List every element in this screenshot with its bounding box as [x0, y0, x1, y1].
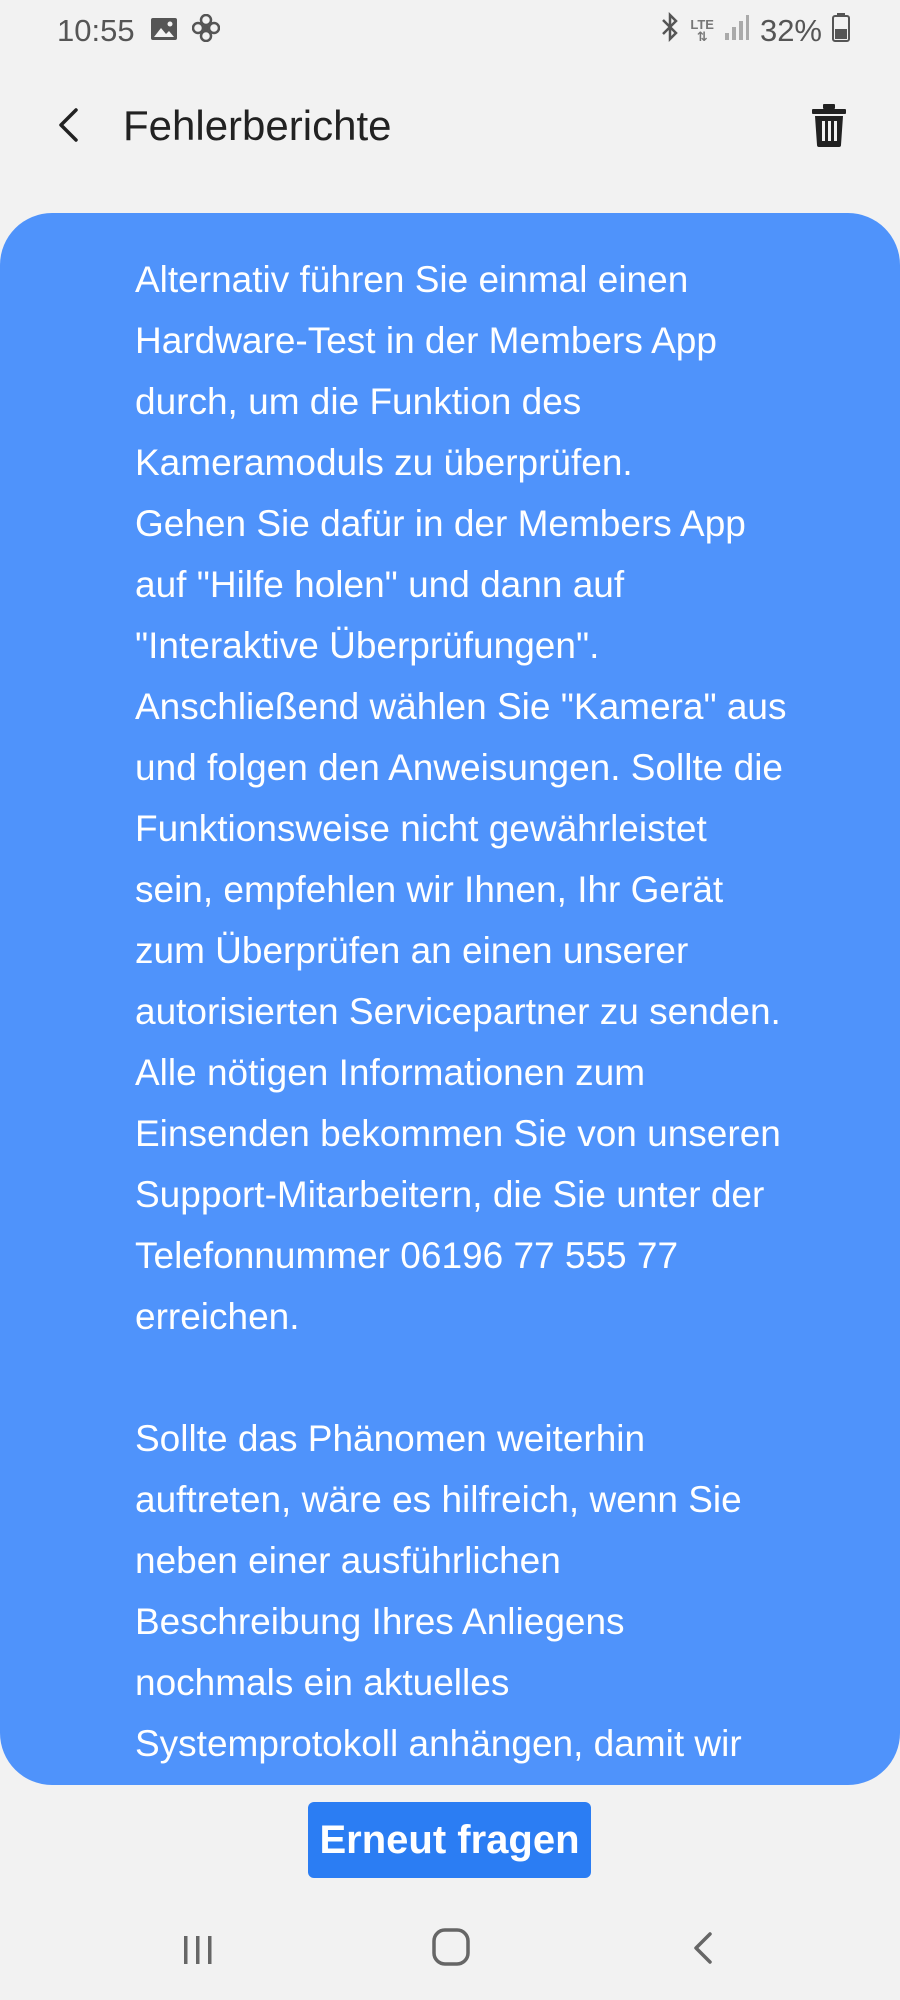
status-system-icons: LTE ⇅ 32% [660, 11, 850, 50]
back-icon [694, 1932, 712, 1964]
bluetooth-icon [660, 11, 680, 50]
status-bar: 10:55 LTE ⇅ 32% [0, 0, 900, 64]
status-notification-icons [150, 13, 221, 50]
battery-percent: 32% [759, 13, 822, 48]
back-button[interactable] [44, 98, 98, 152]
recents-button[interactable] [178, 1930, 218, 1970]
trash-icon [812, 104, 846, 147]
fan-icon [191, 13, 221, 50]
delete-button[interactable] [802, 98, 856, 152]
status-time: 10:55 [57, 13, 135, 48]
ask-again-button[interactable]: Erneut fragen [308, 1802, 591, 1878]
home-button[interactable] [430, 1926, 472, 1968]
message-text: Alternativ führen Sie einmal einen Hardw… [135, 259, 787, 1785]
nav-back-button[interactable] [688, 1928, 718, 1968]
app-bar: Fehlerberichte [0, 80, 900, 170]
image-icon [150, 14, 178, 50]
network-type: LTE [690, 17, 714, 32]
signal-icon [724, 13, 750, 49]
page-title: Fehlerberichte [123, 102, 392, 149]
battery-icon [832, 12, 850, 50]
message-bubble[interactable]: Alternativ führen Sie einmal einen Hardw… [0, 213, 900, 1785]
recents-icon [184, 1936, 212, 1964]
home-icon [432, 1928, 470, 1966]
lte-icon: LTE ⇅ [690, 17, 714, 44]
back-arrow-icon [59, 108, 78, 142]
navigation-bar [0, 1900, 900, 2000]
